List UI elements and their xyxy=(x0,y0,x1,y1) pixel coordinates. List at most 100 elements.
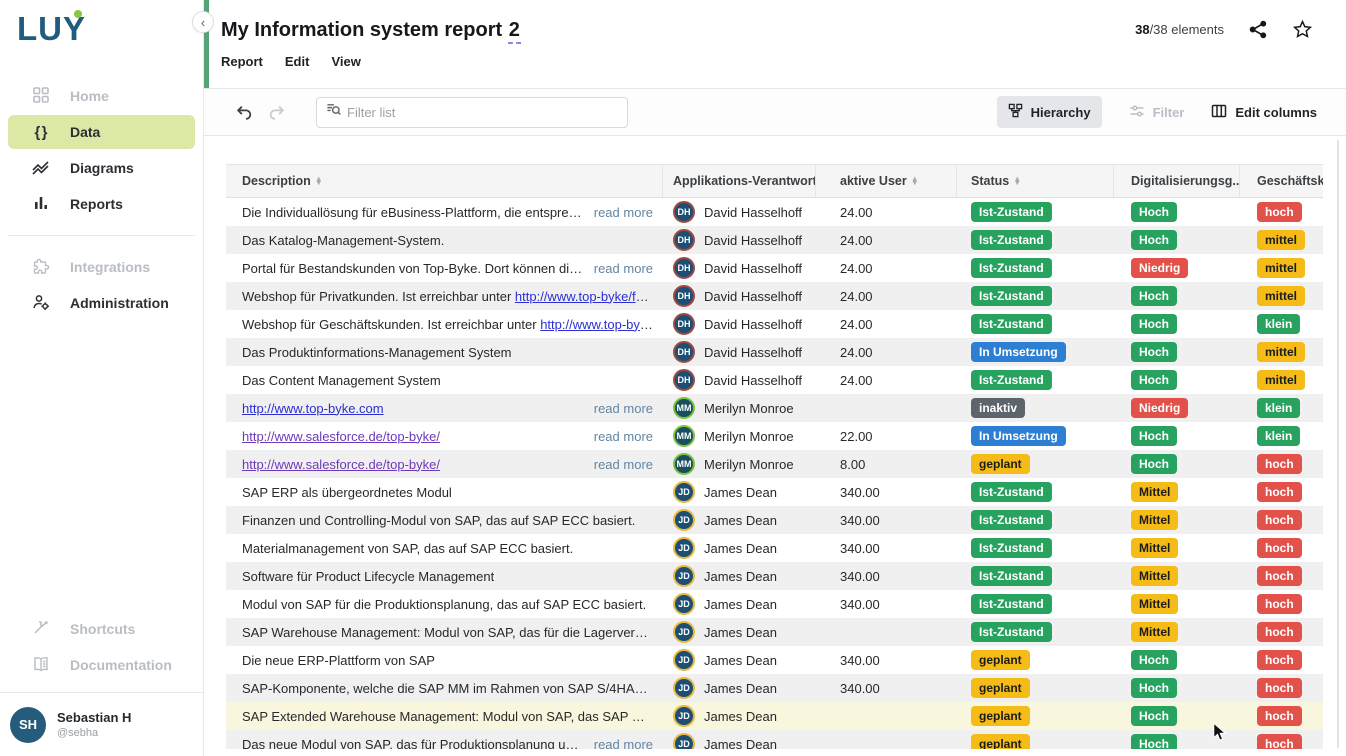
owner-avatar: MM xyxy=(673,397,695,419)
sidebar-item-reports[interactable]: Reports xyxy=(8,187,195,221)
read-more-link[interactable]: read more xyxy=(584,737,653,750)
sidebar-item-label: Reports xyxy=(70,196,123,212)
read-more-link[interactable]: read more xyxy=(584,261,653,276)
status-badge: geplant xyxy=(971,734,1030,749)
read-more-link[interactable]: read more xyxy=(584,429,653,444)
table-row[interactable]: Modul von SAP für die Produktionsplanung… xyxy=(226,590,1323,618)
undo-icon[interactable] xyxy=(235,103,254,122)
column-header-business-criticality[interactable]: Geschäftskritik xyxy=(1240,165,1323,197)
owner-name: James Dean xyxy=(704,709,777,724)
status-badge: Ist-Zustand xyxy=(971,314,1052,334)
sidebar-collapse-button[interactable]: ‹ xyxy=(192,11,214,33)
description-cell: http://www.salesforce.de/top-byke/ xyxy=(242,457,440,472)
title-suffix[interactable]: 2 xyxy=(508,19,521,44)
owner-avatar: DH xyxy=(673,229,695,251)
table-row[interactable]: Webshop für Privatkunden. Ist erreichbar… xyxy=(226,282,1323,310)
puzzle-icon xyxy=(32,257,50,278)
owner-name: David Hasselhoff xyxy=(704,373,802,388)
digitalization-badge: Hoch xyxy=(1131,202,1177,222)
table-row[interactable]: http://www.salesforce.de/top-byke/read m… xyxy=(226,450,1323,478)
owner-name: James Dean xyxy=(704,569,777,584)
hierarchy-button[interactable]: Hierarchy xyxy=(997,96,1102,128)
filter-list-input[interactable] xyxy=(347,105,597,120)
table-row[interactable]: SAP Extended Warehouse Management: Modul… xyxy=(226,702,1323,730)
table-row[interactable]: SAP ERP als übergeordnetes Modul JDJames… xyxy=(226,478,1323,506)
column-header-status[interactable]: Status▴▾ xyxy=(957,165,1114,197)
owner-avatar: DH xyxy=(673,285,695,307)
share-icon[interactable] xyxy=(1249,20,1268,39)
menu-view[interactable]: View xyxy=(331,54,360,69)
criticality-badge: klein xyxy=(1257,398,1300,418)
table-row[interactable]: Die Individuallösung für eBusiness-Platt… xyxy=(226,198,1323,226)
criticality-badge: hoch xyxy=(1257,566,1302,586)
table-row[interactable]: Portal für Bestandskunden von Top-Byke. … xyxy=(226,254,1323,282)
sidebar-item-documentation[interactable]: Documentation xyxy=(8,648,195,682)
digitalization-badge: Hoch xyxy=(1131,734,1177,749)
sort-icon[interactable]: ▴▾ xyxy=(913,177,917,186)
active-user-value: 24.00 xyxy=(840,233,873,248)
table-row[interactable]: Webshop für Geschäftskunden. Ist erreich… xyxy=(226,310,1323,338)
table-row[interactable]: Software für Product Lifecycle Managemen… xyxy=(226,562,1323,590)
menu-report[interactable]: Report xyxy=(221,54,263,69)
read-more-link[interactable]: read more xyxy=(584,401,653,416)
owner-avatar: MM xyxy=(673,425,695,447)
table-row[interactable]: Das Katalog-Management-System. DHDavid H… xyxy=(226,226,1323,254)
table-row[interactable]: SAP-Komponente, welche die SAP MM im Rah… xyxy=(226,674,1323,702)
status-badge: Ist-Zustand xyxy=(971,370,1052,390)
sidebar-item-shortcuts[interactable]: Shortcuts xyxy=(8,612,195,646)
description-link[interactable]: http://www.top-byke.com xyxy=(242,401,384,416)
description-link[interactable]: http://www.salesforce.de/top-byke/ xyxy=(242,457,440,472)
table-row[interactable]: http://www.top-byke.comread more MMMeril… xyxy=(226,394,1323,422)
description-cell: Die neue ERP-Plattform von SAP xyxy=(242,653,435,668)
active-user-value: 24.00 xyxy=(840,373,873,388)
menu-edit[interactable]: Edit xyxy=(285,54,310,69)
filter-list-input-wrap xyxy=(316,97,628,128)
filter-button[interactable]: Filter xyxy=(1129,103,1185,122)
status-badge: Ist-Zustand xyxy=(971,202,1052,222)
table-row[interactable]: Das Content Management System DHDavid Ha… xyxy=(226,366,1323,394)
sidebar-item-data[interactable]: { } Data xyxy=(8,115,195,149)
active-user-value: 8.00 xyxy=(840,457,865,472)
sort-icon[interactable]: ▴▾ xyxy=(317,177,321,186)
description-link[interactable]: http://www.top-byke/for-you/ xyxy=(515,289,653,304)
scrollbar[interactable] xyxy=(1337,140,1339,748)
digitalization-badge: Mittel xyxy=(1131,594,1178,614)
report-table: Description▴▾ Applikations-Verantwort...… xyxy=(226,164,1323,749)
sort-icon[interactable]: ▴▾ xyxy=(1015,177,1019,186)
criticality-badge: mittel xyxy=(1257,370,1305,390)
table-row[interactable]: Das Produktinformations-Management Syste… xyxy=(226,338,1323,366)
criticality-badge: hoch xyxy=(1257,482,1302,502)
description-link[interactable]: http://www.salesforce.de/top-byke/ xyxy=(242,429,440,444)
redo-icon[interactable] xyxy=(267,103,286,122)
table-row[interactable]: Materialmanagement von SAP, das auf SAP … xyxy=(226,534,1323,562)
user-profile[interactable]: SH Sebastian H @sebha xyxy=(0,692,203,756)
avatar: SH xyxy=(10,707,46,743)
digitalization-badge: Hoch xyxy=(1131,370,1177,390)
table-row[interactable]: Das neue Modul von SAP, das für Produkti… xyxy=(226,730,1323,749)
table-row[interactable]: SAP Warehouse Management: Modul von SAP,… xyxy=(226,618,1323,646)
edit-columns-button[interactable]: Edit columns xyxy=(1211,103,1317,122)
luy-logo[interactable]: LUY xyxy=(0,0,203,45)
read-more-link[interactable]: read more xyxy=(584,457,653,472)
owner-avatar: DH xyxy=(673,313,695,335)
sidebar-item-integrations[interactable]: Integrations xyxy=(8,250,195,284)
description-link[interactable]: http://www.top-byke/business/ xyxy=(540,317,653,332)
sidebar-item-administration[interactable]: Administration xyxy=(8,286,195,320)
status-badge: In Umsetzung xyxy=(971,342,1066,362)
status-badge: Ist-Zustand xyxy=(971,230,1052,250)
column-header-active-user[interactable]: aktive User▴▾ xyxy=(816,165,957,197)
status-badge: geplant xyxy=(971,706,1030,726)
sidebar-item-diagrams[interactable]: Diagrams xyxy=(8,151,195,185)
table-row[interactable]: Finanzen und Controlling-Modul von SAP, … xyxy=(226,506,1323,534)
sidebar-item-home[interactable]: Home xyxy=(8,79,195,113)
star-icon[interactable] xyxy=(1293,20,1312,39)
column-header-description[interactable]: Description▴▾ xyxy=(226,165,663,197)
column-header-responsible[interactable]: Applikations-Verantwort...▴▾ xyxy=(663,165,816,197)
owner-avatar: DH xyxy=(673,341,695,363)
column-header-digitalization[interactable]: Digitalisierungsg...▴▾ xyxy=(1114,165,1240,197)
read-more-link[interactable]: read more xyxy=(584,205,653,220)
table-row[interactable]: Die neue ERP-Plattform von SAP JDJames D… xyxy=(226,646,1323,674)
criticality-badge: mittel xyxy=(1257,230,1305,250)
table-row[interactable]: http://www.salesforce.de/top-byke/read m… xyxy=(226,422,1323,450)
owner-avatar: JD xyxy=(673,593,695,615)
